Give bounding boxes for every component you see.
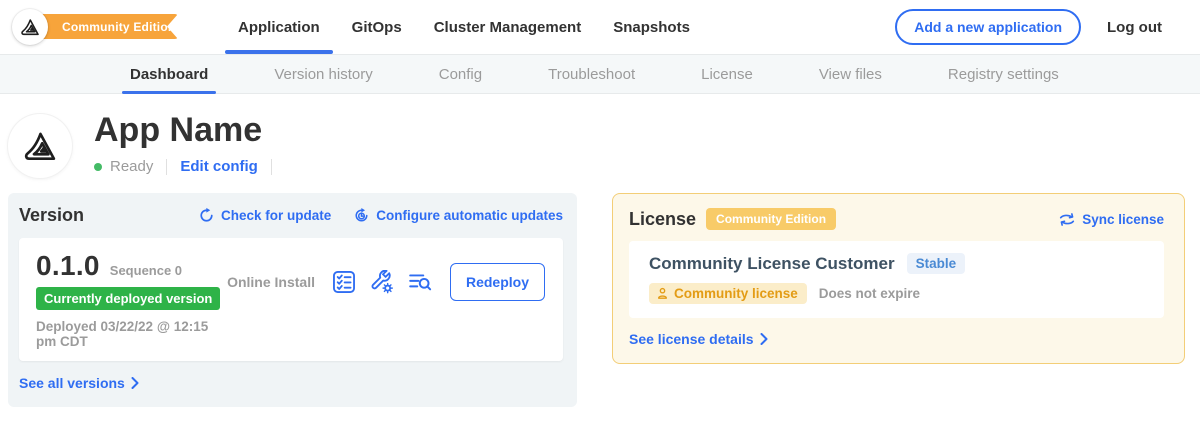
channel-badge: Stable bbox=[907, 253, 966, 274]
deployed-timestamp: Deployed 03/22/22 @ 12:15 pm CDT bbox=[36, 319, 227, 349]
divider bbox=[166, 159, 167, 175]
page-title: App Name bbox=[94, 111, 285, 150]
chevron-right-icon bbox=[760, 333, 768, 345]
ready-dot-icon bbox=[94, 163, 102, 171]
edit-config-link[interactable]: Edit config bbox=[180, 158, 258, 175]
check-for-update-link[interactable]: Check for update bbox=[198, 207, 331, 224]
subtab-dashboard[interactable]: Dashboard bbox=[116, 55, 222, 93]
community-edition-ribbon-label: Community Edition bbox=[62, 20, 175, 34]
configure-automatic-updates-link[interactable]: Configure automatic updates bbox=[353, 207, 563, 224]
subtab-view-files-label: View files bbox=[819, 66, 882, 83]
tab-gitops-label: GitOps bbox=[352, 19, 402, 36]
preflight-checks-icon[interactable] bbox=[332, 270, 356, 294]
see-license-details-link[interactable]: See license details bbox=[629, 331, 1164, 347]
subtab-license[interactable]: License bbox=[687, 55, 767, 93]
license-user-icon bbox=[656, 287, 669, 300]
chevron-right-icon bbox=[131, 377, 139, 389]
subtab-version-history[interactable]: Version history bbox=[260, 55, 386, 93]
version-card: Version Check for update bbox=[8, 193, 577, 407]
tab-application[interactable]: Application bbox=[222, 0, 336, 54]
primary-tabs: Application GitOps Cluster Management Sn… bbox=[222, 0, 706, 54]
auto-update-clock-icon bbox=[353, 207, 370, 224]
license-detail-panel: Community License Customer Stable Commun… bbox=[629, 241, 1164, 318]
community-edition-ribbon: Community Edition bbox=[30, 14, 178, 39]
see-all-versions-link[interactable]: See all versions bbox=[19, 375, 563, 391]
replicated-logo-icon bbox=[21, 127, 59, 165]
view-logs-icon[interactable] bbox=[408, 270, 432, 294]
current-version-panel: 0.1.0 Sequence 0 Currently deployed vers… bbox=[19, 238, 563, 361]
subtab-version-history-label: Version history bbox=[274, 66, 372, 83]
subtab-config-label: Config bbox=[439, 66, 482, 83]
currently-deployed-badge: Currently deployed version bbox=[36, 287, 220, 310]
subtab-config[interactable]: Config bbox=[425, 55, 496, 93]
customer-name: Community License Customer bbox=[649, 254, 895, 274]
replicated-logo-icon bbox=[19, 16, 41, 38]
subtab-registry-settings-label: Registry settings bbox=[948, 66, 1059, 83]
tab-snapshots[interactable]: Snapshots bbox=[597, 0, 706, 54]
app-status-row: Ready Edit config bbox=[94, 158, 285, 175]
community-edition-badge: Community Edition bbox=[706, 208, 836, 230]
divider bbox=[271, 159, 272, 175]
tab-gitops[interactable]: GitOps bbox=[336, 0, 418, 54]
status-text: Ready bbox=[110, 158, 153, 175]
config-wrench-icon[interactable] bbox=[370, 270, 394, 294]
install-type-label: Online Install bbox=[227, 274, 315, 290]
license-card: License Community Edition Sync license C… bbox=[612, 193, 1185, 364]
subtab-view-files[interactable]: View files bbox=[805, 55, 896, 93]
tab-cluster-management[interactable]: Cluster Management bbox=[418, 0, 598, 54]
refresh-icon bbox=[198, 207, 215, 224]
redeploy-button[interactable]: Redeploy bbox=[450, 263, 545, 301]
subtab-registry-settings[interactable]: Registry settings bbox=[934, 55, 1073, 93]
replicated-logo-circle bbox=[12, 9, 48, 45]
version-number: 0.1.0 bbox=[36, 251, 100, 281]
subtab-troubleshoot[interactable]: Troubleshoot bbox=[534, 55, 649, 93]
see-license-details-label: See license details bbox=[629, 331, 754, 347]
sync-license-link[interactable]: Sync license bbox=[1058, 212, 1164, 227]
expiration-text: Does not expire bbox=[819, 286, 920, 301]
sequence-label: Sequence 0 bbox=[110, 263, 182, 278]
app-header: App Name Ready Edit config bbox=[0, 94, 1200, 178]
dashboard-cards: Version Check for update bbox=[0, 178, 1200, 407]
top-navigation-bar: Community Edition Application GitOps Clu… bbox=[0, 0, 1200, 54]
license-type-badge-label: Community license bbox=[674, 286, 798, 301]
subtab-dashboard-label: Dashboard bbox=[130, 66, 208, 83]
see-all-versions-label: See all versions bbox=[19, 375, 125, 391]
topnav-actions: Add a new application Log out bbox=[895, 9, 1200, 45]
version-card-title: Version bbox=[19, 205, 84, 226]
brand-badge: Community Edition bbox=[0, 0, 182, 54]
license-type-badge: Community license bbox=[649, 283, 807, 304]
logout-button[interactable]: Log out bbox=[1107, 19, 1162, 36]
secondary-navigation-bar: Dashboard Version history Config Trouble… bbox=[0, 54, 1200, 94]
tab-snapshots-label: Snapshots bbox=[613, 19, 690, 36]
check-for-update-label: Check for update bbox=[221, 208, 331, 223]
tab-application-label: Application bbox=[238, 19, 320, 36]
configure-automatic-updates-label: Configure automatic updates bbox=[376, 208, 563, 223]
sync-license-label: Sync license bbox=[1082, 212, 1164, 227]
sync-arrows-icon bbox=[1058, 212, 1076, 227]
license-card-title: License bbox=[629, 209, 696, 230]
tab-cluster-management-label: Cluster Management bbox=[434, 19, 582, 36]
subtab-troubleshoot-label: Troubleshoot bbox=[548, 66, 635, 83]
app-avatar bbox=[8, 114, 72, 178]
add-new-application-button[interactable]: Add a new application bbox=[895, 9, 1081, 45]
subtab-license-label: License bbox=[701, 66, 753, 83]
